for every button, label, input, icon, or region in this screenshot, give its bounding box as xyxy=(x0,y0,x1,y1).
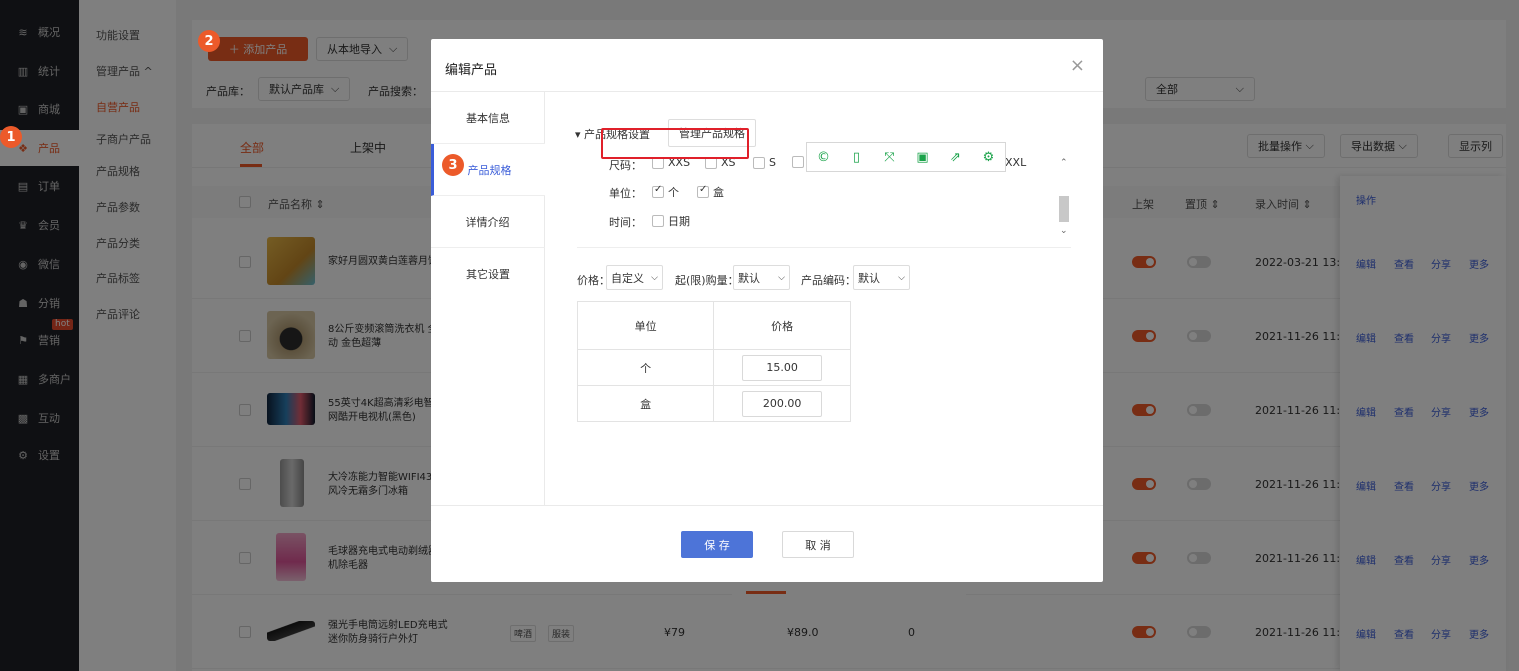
product-code-label: 产品编码： xyxy=(801,274,856,287)
min-qty-select[interactable]: 默认 ⌵ xyxy=(733,265,790,290)
chevron-down-icon: ⌵ xyxy=(898,272,905,283)
price-input[interactable]: 200.00 xyxy=(742,390,823,417)
table-row: 盒 200.00 xyxy=(576,385,851,422)
divider xyxy=(577,247,1071,248)
floating-toolbar: © ▯ ⤧ ▣ ⇗ ⚙ xyxy=(806,142,1006,172)
size-option-s[interactable]: S xyxy=(753,156,776,169)
spec-price-table: 单位 价格 个 15.00 盒 200.00 xyxy=(576,301,851,422)
select-value: 默认 xyxy=(738,271,760,285)
unit-cell: 盒 xyxy=(576,385,715,422)
size-label: 尺码： xyxy=(609,159,642,172)
checkbox[interactable] xyxy=(697,184,709,198)
price-input[interactable]: 15.00 xyxy=(742,354,823,381)
tab-basic-info[interactable]: 基本信息 xyxy=(431,92,545,144)
checkbox[interactable] xyxy=(753,156,765,169)
chevron-up-icon[interactable]: ⌃ xyxy=(1060,158,1068,168)
table-header: 单位 价格 xyxy=(576,301,851,350)
product-code-select[interactable]: 默认 ⌵ xyxy=(853,265,910,290)
table-row: 个 15.00 xyxy=(576,349,851,386)
chevron-down-icon: ⌵ xyxy=(651,272,658,283)
close-icon[interactable]: × xyxy=(1070,55,1085,76)
tab-label: 产品规格 xyxy=(467,163,512,177)
settings-icon[interactable]: ⚙ xyxy=(977,147,1001,167)
col-unit: 单位 xyxy=(576,301,715,350)
step-badge-3: 3 xyxy=(442,154,464,176)
save-button[interactable]: 保 存 xyxy=(681,531,753,558)
time-label: 时间： xyxy=(609,216,642,229)
edit-product-modal: 编辑产品 × 基本信息 产品规格 详情介绍 其它设置 ▾ 产品规格设置 管理产品… xyxy=(431,39,1103,582)
step-badge-1: 1 xyxy=(0,126,22,148)
spec-scrollbar[interactable]: ⌃ ⌄ xyxy=(1057,158,1071,238)
chevron-down-icon: ⌵ xyxy=(778,272,785,283)
tab-other-settings[interactable]: 其它设置 xyxy=(431,248,545,300)
min-qty-label: 起(限)购量： xyxy=(675,274,739,287)
unit-label: 单位： xyxy=(609,187,642,200)
select-value: 默认 xyxy=(858,271,880,285)
tab-label: 详情介绍 xyxy=(465,215,510,229)
unit-option-box[interactable]: 盒 xyxy=(697,184,724,200)
doc-icon[interactable]: ▯ xyxy=(845,147,869,167)
checkbox[interactable] xyxy=(652,184,664,198)
price-cell: 200.00 xyxy=(713,385,851,422)
divider xyxy=(431,505,1103,506)
tab-detail-intro[interactable]: 详情介绍 xyxy=(431,196,545,248)
price-cell: 15.00 xyxy=(713,349,851,386)
unit-highlight-box xyxy=(601,128,749,159)
option-label: XXL xyxy=(1005,156,1027,169)
scrollbar-thumb[interactable] xyxy=(1059,196,1069,222)
cancel-button[interactable]: 取 消 xyxy=(782,531,854,558)
tab-label: 基本信息 xyxy=(466,111,510,125)
option-label: 盒 xyxy=(713,186,724,199)
price-type-select[interactable]: 自定义 ⌵ xyxy=(606,265,663,290)
step-badge-2: 2 xyxy=(198,30,220,52)
expand-icon[interactable]: ⤧ xyxy=(878,147,902,167)
select-value: 自定义 xyxy=(611,271,644,285)
copyright-icon[interactable]: © xyxy=(812,147,836,167)
unit-cell: 个 xyxy=(576,349,715,386)
modal-title: 编辑产品 xyxy=(445,63,498,78)
size-option-xxl[interactable]: XXL xyxy=(1005,156,1026,169)
share-icon[interactable]: ⇗ xyxy=(944,147,968,167)
checkbox[interactable] xyxy=(792,156,804,168)
option-label: S xyxy=(769,156,776,169)
time-option-date[interactable]: 日期 xyxy=(652,213,690,229)
option-label: 个 xyxy=(668,186,679,199)
checkbox[interactable] xyxy=(652,215,664,227)
col-price: 价格 xyxy=(713,301,851,350)
chevron-down-icon[interactable]: ⌄ xyxy=(1060,226,1068,236)
tab-label: 其它设置 xyxy=(466,268,510,281)
unit-option-piece[interactable]: 个 xyxy=(652,184,679,200)
option-label: 日期 xyxy=(668,215,690,228)
save-icon[interactable]: ▣ xyxy=(911,147,935,167)
